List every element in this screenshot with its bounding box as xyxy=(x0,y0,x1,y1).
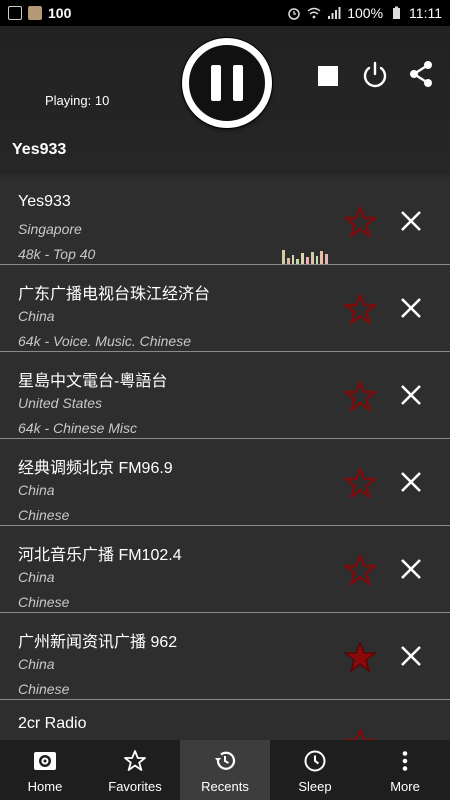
station-country: United States xyxy=(18,395,103,411)
station-info: Chinese xyxy=(18,507,70,523)
power-button[interactable] xyxy=(360,60,390,90)
station-country: China xyxy=(18,308,55,324)
remove-icon[interactable] xyxy=(398,643,424,669)
station-row[interactable]: 广东广播电视台珠江经济台 China 64k - Voice. Music. C… xyxy=(0,265,450,352)
station-row[interactable]: Yes933 Singapore 48k - Top 40 xyxy=(0,178,450,265)
station-name: 经典调频北京 FM96.9 xyxy=(18,460,173,477)
status-left-text: 100 xyxy=(48,5,72,21)
station-info: Chinese xyxy=(18,681,70,697)
station-name: 2cr Radio xyxy=(18,715,87,732)
bottom-nav: Home Favorites Recents Sleep More xyxy=(0,740,450,800)
nav-sleep-label: Sleep xyxy=(298,779,332,794)
station-country: China xyxy=(18,482,55,498)
nav-more-label: More xyxy=(390,779,420,794)
clock-text: 11:11 xyxy=(409,5,442,21)
status-bar: 100 100% 11:11 xyxy=(0,0,450,26)
equalizer-icon xyxy=(282,246,328,264)
favorite-star-icon[interactable] xyxy=(343,467,377,499)
favorite-star-icon[interactable] xyxy=(343,728,377,740)
nav-home[interactable]: Home xyxy=(0,740,90,800)
battery-text: 100% xyxy=(347,5,384,21)
station-name: 广州新闻资讯广播 962 xyxy=(18,634,178,651)
station-country: China xyxy=(18,569,55,585)
current-station-title: Yes933 xyxy=(12,141,67,158)
playing-count: Playing: 10 xyxy=(45,93,110,108)
station-name: 广东广播电视台珠江经济台 xyxy=(18,286,211,303)
player-header: Playing: 10 Yes933 xyxy=(0,26,450,174)
nav-favorites[interactable]: Favorites xyxy=(90,740,180,800)
station-name: 星島中文電台-粵語台 xyxy=(18,373,168,390)
favorite-star-icon[interactable] xyxy=(343,206,377,238)
nav-sleep[interactable]: Sleep xyxy=(270,740,360,800)
battery-icon xyxy=(393,6,401,19)
share-button[interactable] xyxy=(405,58,437,90)
remove-icon[interactable] xyxy=(398,469,424,495)
signal-icon xyxy=(328,7,341,19)
alarm-icon xyxy=(288,8,300,20)
station-row[interactable]: 广州新闻资讯广播 962 China Chinese xyxy=(0,613,450,700)
more-vertical-icon xyxy=(402,751,408,771)
history-icon xyxy=(215,751,236,770)
nav-favorites-label: Favorites xyxy=(108,779,162,794)
gallery-icon xyxy=(8,6,22,20)
remove-icon[interactable] xyxy=(398,556,424,582)
photo-icon xyxy=(28,6,42,20)
wifi-icon xyxy=(307,7,321,19)
favorite-star-filled-icon[interactable] xyxy=(343,641,377,673)
pause-icon-bar-left xyxy=(211,65,221,101)
station-row[interactable]: 星島中文電台-粵語台 United States 64k - Chinese M… xyxy=(0,352,450,439)
nav-recents[interactable]: Recents xyxy=(180,740,270,800)
station-info: 64k - Voice. Music. Chinese xyxy=(18,333,191,349)
status-right: 100% 11:11 xyxy=(287,5,442,21)
remove-icon[interactable] xyxy=(398,295,424,321)
favorite-star-icon[interactable] xyxy=(343,380,377,412)
star-icon xyxy=(124,750,146,771)
station-info: 64k - Chinese Misc xyxy=(18,420,138,436)
favorite-star-icon[interactable] xyxy=(343,293,377,325)
station-name: 河北音乐广播 FM102.4 xyxy=(18,547,182,564)
remove-icon[interactable] xyxy=(398,208,424,234)
station-country: China xyxy=(18,656,55,672)
nav-more[interactable]: More xyxy=(360,740,450,800)
station-info: Chinese xyxy=(18,594,70,610)
station-info: 48k - Top 40 xyxy=(18,246,96,262)
remove-icon[interactable] xyxy=(398,382,424,408)
stop-button[interactable] xyxy=(318,66,338,86)
station-name: Yes933 xyxy=(18,193,71,210)
station-row[interactable]: 经典调频北京 FM96.9 China Chinese xyxy=(0,439,450,526)
pause-button[interactable] xyxy=(182,38,272,128)
pause-icon-bar-right xyxy=(233,65,243,101)
favorite-star-icon[interactable] xyxy=(343,554,377,586)
station-row[interactable]: 河北音乐广播 FM102.4 China Chinese xyxy=(0,526,450,613)
clock-icon xyxy=(304,750,326,772)
station-row[interactable]: 2cr Radio xyxy=(0,700,450,740)
radio-icon xyxy=(34,752,56,770)
recents-list[interactable]: Yes933 Singapore 48k - Top 40 广东广播电视台珠江经… xyxy=(0,178,450,740)
nav-home-label: Home xyxy=(27,779,63,794)
status-left: 100 xyxy=(8,5,71,21)
nav-recents-label: Recents xyxy=(201,779,249,794)
station-country: Singapore xyxy=(18,221,82,237)
